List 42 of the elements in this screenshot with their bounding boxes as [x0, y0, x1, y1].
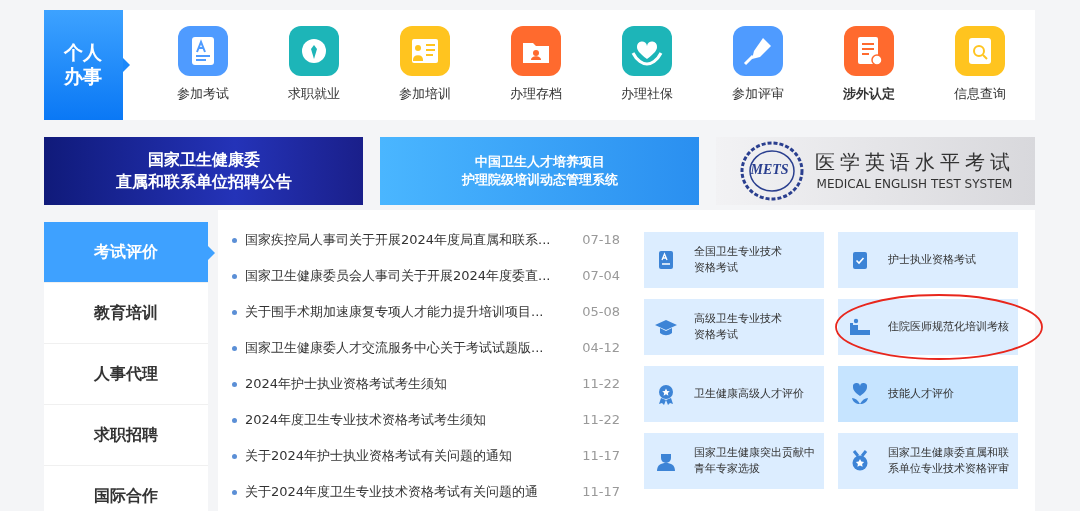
- service-item[interactable]: 求职就业: [258, 26, 369, 104]
- news-link[interactable]: 2024年度卫生专业技术资格考试考生须知: [245, 410, 583, 430]
- banner-title: 医学英语水平考试: [814, 149, 1015, 177]
- news-link[interactable]: 关于围手术期加速康复专项人才能力提升培训项目...: [245, 302, 583, 322]
- news-link[interactable]: 国家卫生健康委员会人事司关于开展2024年度委直...: [245, 266, 583, 286]
- news-link[interactable]: 2024年护士执业资格考试考生须知: [245, 374, 583, 394]
- news-link[interactable]: 国家疾控局人事司关于开展2024年度局直属和联系...: [245, 230, 583, 250]
- exam-category-card[interactable]: 卫生健康高级人才评价: [644, 366, 824, 422]
- exam-category-card[interactable]: 技能人才评价: [838, 366, 1018, 422]
- news-date: 11-17: [582, 447, 620, 466]
- section-title: 个人办事: [63, 41, 103, 89]
- exam-category-card[interactable]: 全国卫生专业技术 资格考试: [644, 232, 824, 288]
- news-link[interactable]: 关于2024年护士执业资格考试有关问题的通知: [245, 446, 583, 466]
- banner[interactable]: METS 医学英语水平考试 MEDICAL ENGLISH TEST SYSTEM: [716, 137, 1035, 205]
- news-date: 11-17: [582, 483, 620, 502]
- news-date: 05-08: [582, 303, 620, 322]
- service-item[interactable]: 参加考试: [147, 26, 258, 104]
- news-date: 11-22: [582, 411, 620, 430]
- service-item[interactable]: 参加评审: [702, 26, 813, 104]
- service-item[interactable]: 办理社保: [591, 26, 702, 104]
- logo-text: METS: [750, 161, 789, 179]
- service-item[interactable]: 信息查询: [924, 26, 1035, 104]
- banner[interactable]: 国家卫生健康委 直属和联系单位招聘公告: [44, 137, 363, 205]
- news-date: 07-18: [582, 231, 620, 250]
- service-item[interactable]: 参加培训: [369, 26, 480, 104]
- news-date: 07-04: [582, 267, 620, 286]
- banner-text: 国家卫生健康委: [146, 149, 261, 171]
- exam-category-card[interactable]: 高级卫生专业技术 资格考试: [644, 299, 824, 355]
- banner-text: 护理院级培训动态管理系统: [461, 171, 618, 189]
- news-link[interactable]: 关于2024年度卫生专业技术资格考试有关问题的通: [245, 482, 583, 502]
- exam-category-card[interactable]: 住院医师规范化培训考核: [838, 299, 1018, 355]
- service-item[interactable]: 办理存档: [480, 26, 591, 104]
- exam-category-card[interactable]: 国家卫生健康突出贡献中 青年专家选拔: [644, 433, 824, 489]
- service-item[interactable]: 涉外认定: [813, 26, 924, 104]
- banner-text: 直属和联系单位招聘公告: [115, 171, 292, 193]
- exam-category-card[interactable]: 国家卫生健康委直属和联 系单位专业技术资格评审: [838, 433, 1018, 489]
- news-link[interactable]: 国家卫生健康委人才交流服务中心关于考试试题版...: [245, 338, 583, 358]
- banner-text: 中国卫生人才培养项目: [473, 153, 606, 171]
- exam-category-card[interactable]: 护士执业资格考试: [838, 232, 1018, 288]
- banner-subtitle: MEDICAL ENGLISH TEST SYSTEM: [815, 176, 1014, 193]
- news-date: 04-12: [582, 339, 620, 358]
- news-date: 11-22: [582, 375, 620, 394]
